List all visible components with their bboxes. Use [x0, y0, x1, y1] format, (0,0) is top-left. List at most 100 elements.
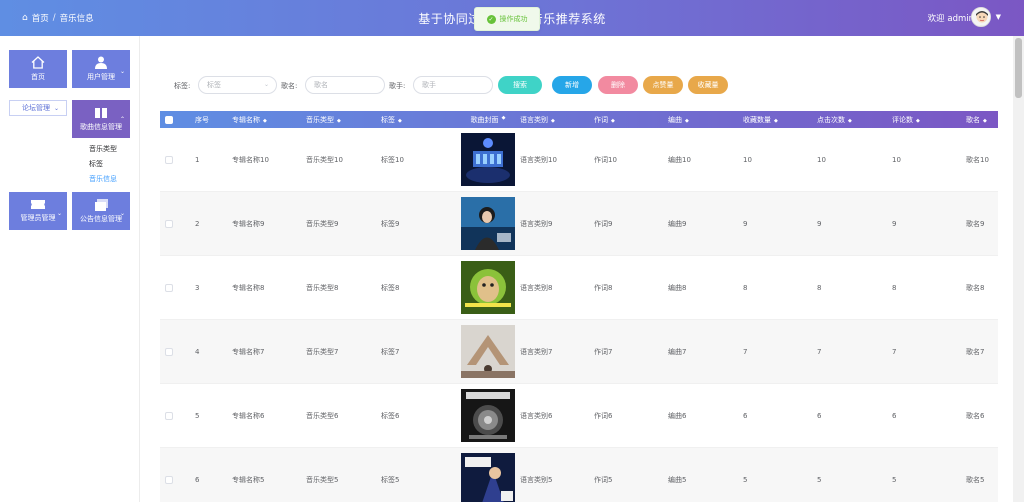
- header-album[interactable]: 专辑名称 ◆: [232, 115, 306, 125]
- sort-icon: ◆: [551, 117, 555, 124]
- row-index: 1: [195, 155, 200, 164]
- select-all-checkbox[interactable]: [165, 115, 173, 124]
- row-cover[interactable]: [456, 261, 520, 314]
- toast-message: 操作成功: [499, 15, 528, 23]
- sidebar-item-songs[interactable]: 歌曲信息管理 ⌃: [72, 100, 130, 138]
- header-lang[interactable]: 语言类别 ◆: [520, 115, 594, 125]
- header-composer[interactable]: 编曲 ◆: [668, 115, 743, 125]
- header-click-count[interactable]: 点击次数 ◆: [817, 115, 892, 125]
- row-cover[interactable]: [456, 389, 520, 442]
- avatar[interactable]: [971, 7, 991, 27]
- row-index: 2: [195, 219, 200, 228]
- submenu-music-type[interactable]: 音乐类型: [89, 144, 117, 154]
- album-cover-image[interactable]: [461, 197, 515, 250]
- sort-icon: ◆: [337, 117, 341, 124]
- song-name-placeholder: 歌名: [314, 81, 328, 89]
- row-type: 音乐类型10: [306, 155, 343, 164]
- tag-label: 标签:: [174, 82, 191, 90]
- row-checkbox[interactable]: [165, 283, 173, 292]
- sort-icon: ◆: [774, 117, 778, 124]
- fav-chart-button[interactable]: 收藏量: [688, 76, 728, 94]
- album-cover-image[interactable]: [461, 261, 515, 314]
- row-checkbox[interactable]: [165, 219, 173, 228]
- sidebar-item-label: 论坛管理: [22, 104, 50, 112]
- row-fav-count: 10: [743, 155, 752, 164]
- table-row[interactable]: 2 专辑名称9 音乐类型9 标签9 语言类别9 作词9 编曲9 9 9 9 歌名…: [160, 192, 998, 256]
- singer-placeholder: 歌手: [422, 81, 436, 89]
- header-comment-count[interactable]: 评论数 ◆: [892, 115, 966, 125]
- row-lang: 语言类别9: [520, 219, 553, 228]
- row-composer: 编曲7: [668, 347, 687, 356]
- row-type: 音乐类型9: [306, 219, 339, 228]
- row-album: 专辑名称5: [232, 475, 265, 484]
- sort-icon: ◆: [501, 114, 506, 121]
- row-lang: 语言类别7: [520, 347, 553, 356]
- chevron-down-icon[interactable]: ▼: [996, 13, 1001, 21]
- album-cover-image[interactable]: [461, 133, 515, 186]
- sidebar-item-notices[interactable]: 公告信息管理 ⌄: [72, 192, 130, 230]
- singer-input[interactable]: 歌手: [413, 76, 493, 94]
- search-button[interactable]: 搜索: [498, 76, 542, 94]
- chevron-down-icon: ⌄: [56, 210, 62, 217]
- delete-button[interactable]: 删除: [598, 76, 638, 94]
- album-cover-image[interactable]: [461, 325, 515, 378]
- table-row[interactable]: 5 专辑名称6 音乐类型6 标签6 语言类别6 作词6 编曲6 6 6 6 歌名…: [160, 384, 998, 448]
- sidebar-item-forum[interactable]: 论坛管理 ⌄: [9, 100, 67, 116]
- row-lang: 语言类别6: [520, 411, 553, 420]
- row-cover[interactable]: [456, 325, 520, 378]
- sidebar-item-admins[interactable]: 管理员管理 ⌄: [9, 192, 67, 230]
- song-name-input[interactable]: 歌名: [305, 76, 385, 94]
- tag-select[interactable]: 标签 ⌄: [198, 76, 277, 94]
- header-song-name[interactable]: 歌名 ◆: [966, 115, 998, 125]
- sidebar-item-home[interactable]: 首页: [9, 50, 67, 88]
- row-click-count: 5: [817, 475, 822, 484]
- table-header: 序号 专辑名称 ◆ 音乐类型 ◆ 标签 ◆ 歌曲封面 ◆ 语言类别 ◆ 作词 ◆ 编曲 ◆ 收…: [160, 111, 998, 128]
- row-index: 4: [195, 347, 200, 356]
- header-lyricist[interactable]: 作词 ◆: [594, 115, 668, 125]
- like-chart-button[interactable]: 点赞量: [643, 76, 683, 94]
- add-button[interactable]: 新增: [552, 76, 592, 94]
- chevron-down-icon: ⌄: [119, 210, 125, 217]
- row-checkbox[interactable]: [165, 411, 173, 420]
- row-cover[interactable]: [456, 197, 520, 250]
- user-icon: [95, 56, 107, 69]
- header-type[interactable]: 音乐类型 ◆: [306, 115, 381, 125]
- sidebar-item-label: 管理员管理: [20, 214, 56, 222]
- table-row[interactable]: 3 专辑名称8 音乐类型8 标签8 语言类别8 作词8 编曲8 8 8 8 歌名…: [160, 256, 998, 320]
- header-tag[interactable]: 标签 ◆: [381, 115, 456, 125]
- header-cover[interactable]: 歌曲封面 ◆: [456, 115, 520, 125]
- home-icon: [31, 56, 45, 69]
- row-fav-count: 6: [743, 411, 748, 420]
- row-checkbox[interactable]: [165, 347, 173, 356]
- row-tag: 标签6: [381, 411, 400, 420]
- row-lyricist: 作词8: [594, 283, 613, 292]
- row-checkbox[interactable]: [165, 475, 173, 484]
- submenu-tag[interactable]: 标签: [89, 159, 117, 169]
- table-row[interactable]: 6 专辑名称5 音乐类型5 标签5 语言类别5 作词5 编曲5 5 5 5 歌名…: [160, 448, 998, 502]
- row-composer: 编曲5: [668, 475, 687, 484]
- row-tag: 标签5: [381, 475, 400, 484]
- row-song-name: 歌名10: [966, 155, 989, 164]
- row-cover[interactable]: [456, 453, 520, 502]
- row-lyricist: 作词5: [594, 475, 613, 484]
- row-song-name: 歌名6: [966, 411, 985, 420]
- table-row[interactable]: 1 专辑名称10 音乐类型10 标签10 语言类别10 作词10 编曲10 10…: [160, 128, 998, 192]
- table-row[interactable]: 4 专辑名称7 音乐类型7 标签7 语言类别7 作词7 编曲7 7 7 7 歌名…: [160, 320, 998, 384]
- scrollbar-thumb[interactable]: [1015, 38, 1022, 98]
- row-index: 5: [195, 411, 200, 420]
- sort-icon: ◆: [611, 117, 615, 124]
- album-cover-image[interactable]: [461, 389, 515, 442]
- row-cover[interactable]: [456, 133, 520, 186]
- chevron-down-icon: ⌄: [119, 68, 125, 75]
- header-fav-count[interactable]: 收藏数量 ◆: [743, 115, 817, 125]
- row-click-count: 10: [817, 155, 826, 164]
- row-composer: 编曲9: [668, 219, 687, 228]
- ticket-icon: [30, 199, 46, 210]
- row-composer: 编曲6: [668, 411, 687, 420]
- scrollbar[interactable]: [1013, 36, 1024, 502]
- sidebar-item-users[interactable]: 用户管理 ⌄: [72, 50, 130, 88]
- album-cover-image[interactable]: [461, 453, 515, 502]
- submenu-music-info[interactable]: 音乐信息: [89, 174, 117, 184]
- sort-icon: ◆: [685, 117, 689, 124]
- row-checkbox[interactable]: [165, 155, 173, 164]
